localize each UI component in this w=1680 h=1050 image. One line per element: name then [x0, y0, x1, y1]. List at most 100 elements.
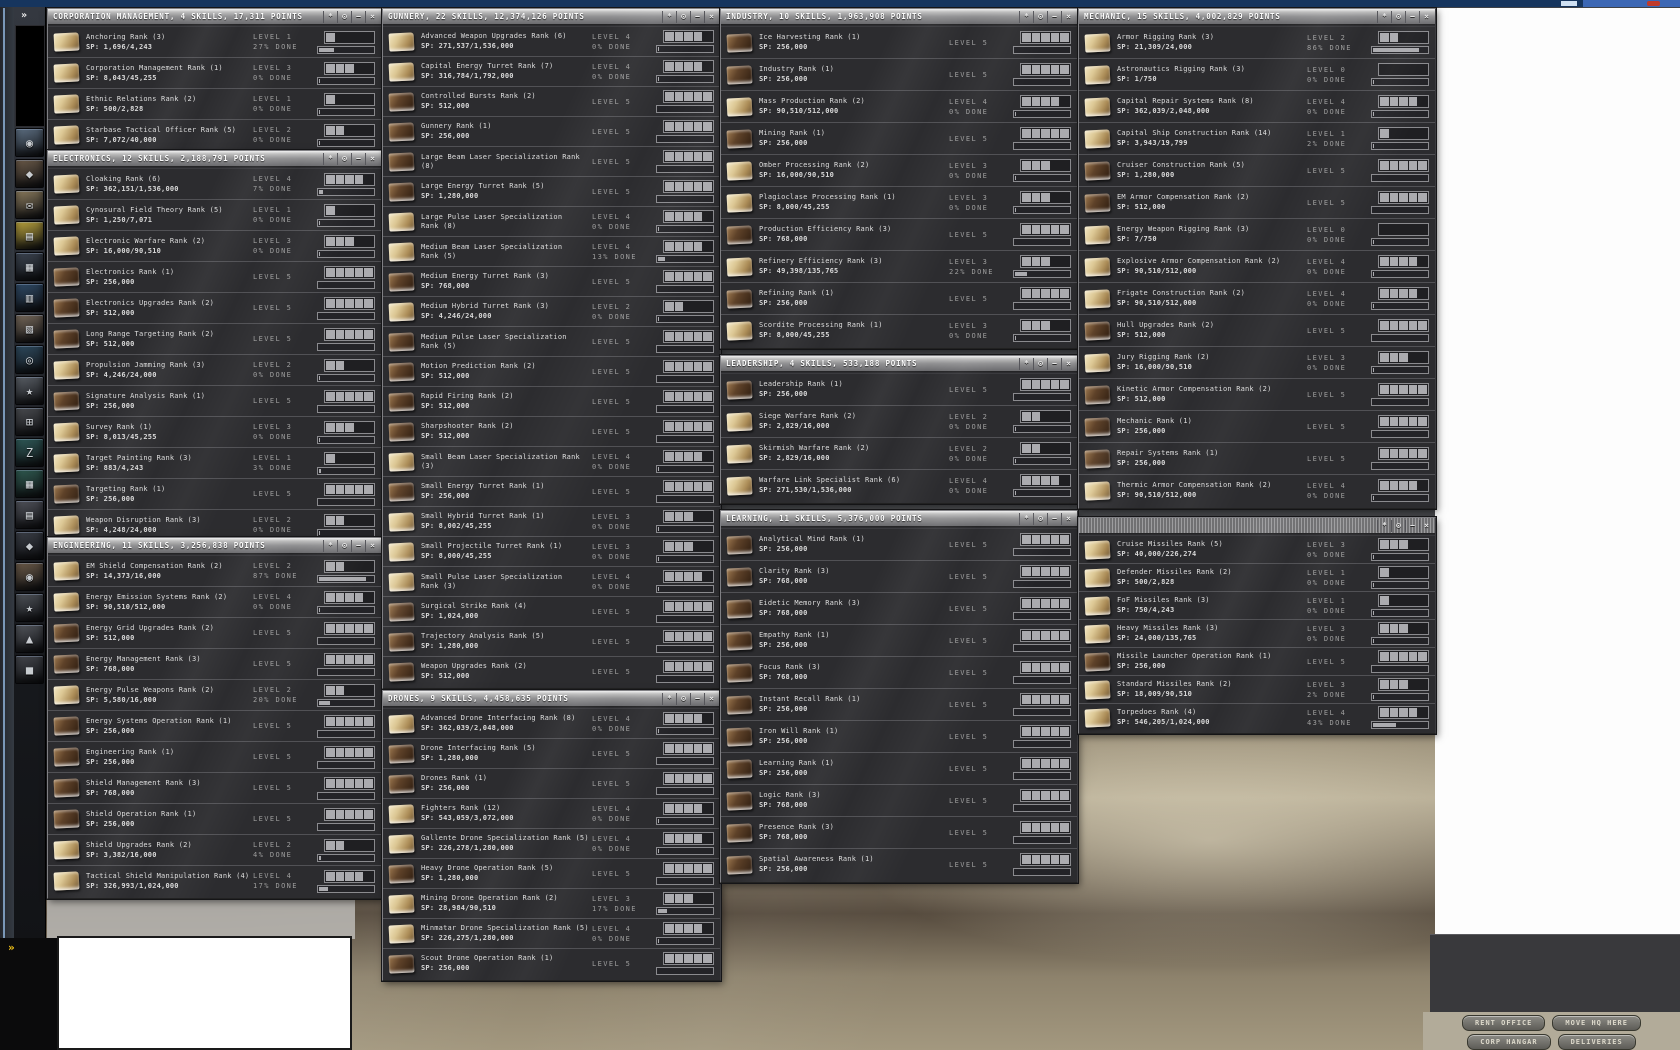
skill-row[interactable]: Corporation Management Rank (1) SP: 8,043…	[48, 57, 381, 88]
skill-row[interactable]: Small Pulse Laser Specialization Rank (3…	[383, 566, 720, 596]
skill-row[interactable]: Rapid Firing Rank (2) SP: 512,000 LEVEL 5	[383, 386, 720, 416]
skill-row[interactable]: Heavy Missiles Rank (3) SP: 24,000/135,76…	[1079, 619, 1435, 647]
skill-row[interactable]: Shield Upgrades Rank (2) SP: 3,382/16,000…	[48, 834, 381, 865]
compact-icon[interactable]: ⊙	[1391, 10, 1405, 23]
skill-row[interactable]: Hull Upgrades Rank (2) SP: 512,000 LEVEL 5	[1079, 314, 1435, 346]
skill-row[interactable]: Spatial Awareness Rank (1) SP: 256,000 LEV…	[721, 848, 1077, 880]
window-titlebar[interactable]: DRONES, 9 SKILLS, 4,458,635 POINTS * ⊙ − ×	[383, 691, 720, 707]
rent-office-button[interactable]: RENT OFFICE	[1462, 1015, 1546, 1031]
minimize-icon[interactable]: −	[1405, 519, 1419, 532]
agents-icon[interactable]: ◆	[15, 159, 44, 188]
skill-row[interactable]: Empathy Rank (1) SP: 256,000 LEVEL 5	[721, 624, 1077, 656]
minimize-icon[interactable]: −	[351, 152, 365, 165]
minimize-icon[interactable]: −	[690, 692, 704, 705]
skill-row[interactable]: Heavy Drone Operation Rank (5) SP: 1,280,…	[383, 858, 720, 888]
skill-row[interactable]: Repair Systems Rank (1) SP: 256,000 LEVEL …	[1079, 442, 1435, 474]
skill-row[interactable]: Propulsion Jamming Rank (3) SP: 4,246/24,…	[48, 354, 381, 385]
compact-icon[interactable]: ⊙	[676, 692, 690, 705]
pin-icon[interactable]: *	[662, 692, 676, 705]
skill-row[interactable]: Cynosural Field Theory Rank (5) SP: 1,250…	[48, 199, 381, 230]
close-icon[interactable]: ×	[1419, 10, 1433, 23]
skill-row[interactable]: Mining Rank (1) SP: 256,000 LEVEL 5	[721, 122, 1077, 154]
close-icon[interactable]: ×	[1061, 512, 1075, 525]
skill-row[interactable]: FoF Missiles Rank (3) SP: 750/4,243 LEVEL …	[1079, 591, 1435, 619]
skill-row[interactable]: Astronautics Rigging Rank (3) SP: 1/750 LE…	[1079, 58, 1435, 90]
skill-row[interactable]: Scordite Processing Rank (1) SP: 8,000/45…	[721, 314, 1077, 346]
minimize-icon[interactable]: −	[1047, 512, 1061, 525]
skill-row[interactable]: Omber Processing Rank (2) SP: 16,000/90,5…	[721, 154, 1077, 186]
skill-row[interactable]: Controlled Bursts Rank (2) SP: 512,000 LEV…	[383, 86, 720, 116]
skill-row[interactable]: Long Range Targeting Rank (2) SP: 512,000…	[48, 323, 381, 354]
window-titlebar[interactable]: ELECTRONICS, 12 SKILLS, 2,188,791 POINTS…	[48, 151, 381, 167]
skill-row[interactable]: EM Armor Compensation Rank (2) SP: 512,00…	[1079, 186, 1435, 218]
science-icon[interactable]: ◆	[15, 531, 44, 560]
skill-row[interactable]: Energy Weapon Rigging Rank (3) SP: 7/750 L…	[1079, 218, 1435, 250]
skill-row[interactable]: Drones Rank (1) SP: 256,000 LEVEL 5	[383, 768, 720, 798]
skill-row[interactable]: Defender Missiles Rank (2) SP: 500/2,828 L…	[1079, 563, 1435, 591]
pin-icon[interactable]: *	[323, 539, 337, 552]
close-icon[interactable]: ×	[704, 10, 718, 23]
compact-icon[interactable]: ⊙	[1033, 10, 1047, 23]
map-icon[interactable]: ◎	[15, 345, 44, 374]
window-titlebar[interactable]: LEADERSHIP, 4 SKILLS, 533,188 POINTS * ⊙ −…	[721, 356, 1077, 372]
skill-row[interactable]: Capital Repair Systems Rank (8) SP: 362,0…	[1079, 90, 1435, 122]
fleet-icon[interactable]: ★	[15, 593, 44, 622]
pin-icon[interactable]: *	[1019, 357, 1033, 370]
skill-row[interactable]: Capital Energy Turret Rank (7) SP: 316,78…	[383, 56, 720, 86]
skill-row[interactable]: Thermic Armor Compensation Rank (2) SP: 9…	[1079, 474, 1435, 506]
skill-row[interactable]: Ethnic Relations Rank (2) SP: 500/2,828 LE…	[48, 88, 381, 119]
skill-row[interactable]: Cruise Missiles Rank (5) SP: 40,000/226,2…	[1079, 535, 1435, 563]
skill-row[interactable]: Ice Harvesting Rank (1) SP: 256,000 LEVEL …	[721, 26, 1077, 58]
skill-row[interactable]: Small Energy Turret Rank (1) SP: 256,000 L…	[383, 476, 720, 506]
minimize-icon[interactable]: −	[690, 10, 704, 23]
skill-row[interactable]: Weapon Disruption Rank (3) SP: 4,248/24,0…	[48, 509, 381, 540]
skill-row[interactable]: Energy Emission Systems Rank (2) SP: 90,5…	[48, 586, 381, 617]
close-icon[interactable]: ×	[365, 539, 379, 552]
skill-row[interactable]: Medium Hybrid Turret Rank (3) SP: 4,246/2…	[383, 296, 720, 326]
skill-row[interactable]: Energy Pulse Weapons Rank (2) SP: 5,580/1…	[48, 679, 381, 710]
skill-row[interactable]: Learning Rank (1) SP: 256,000 LEVEL 5	[721, 752, 1077, 784]
compact-icon[interactable]: ⊙	[1033, 512, 1047, 525]
skill-row[interactable]: Survey Rank (1) SP: 8,013/45,255 LEVEL 3 0%…	[48, 416, 381, 447]
window-titlebar[interactable]: CORPORATION MANAGEMENT, 4 SKILLS, 17,311…	[48, 9, 381, 25]
skill-row[interactable]: Surgical Strike Rank (4) SP: 1,024,000 LEV…	[383, 596, 720, 626]
skill-row[interactable]: Leadership Rank (1) SP: 256,000 LEVEL 5	[721, 373, 1077, 405]
minimize-icon[interactable]: −	[1405, 10, 1419, 23]
neocom-bottom-expand-icon[interactable]: »	[8, 941, 15, 954]
skill-row[interactable]: Mining Drone Operation Rank (2) SP: 28,98…	[383, 888, 720, 918]
skill-row[interactable]: Starbase Tactical Officer Rank (5) SP: 7,…	[48, 119, 381, 150]
skill-row[interactable]: Analytical Mind Rank (1) SP: 256,000 LEVEL…	[721, 528, 1077, 560]
news-icon[interactable]: ▧	[15, 314, 44, 343]
skill-row[interactable]: Electronics Rank (1) SP: 256,000 LEVEL 5	[48, 261, 381, 292]
items-icon[interactable]: ■	[15, 655, 44, 684]
minimize-icon[interactable]: −	[351, 539, 365, 552]
pin-icon[interactable]: *	[1377, 519, 1391, 532]
skill-row[interactable]: Iron Will Rank (1) SP: 256,000 LEVEL 5	[721, 720, 1077, 752]
skill-row[interactable]: Production Efficiency Rank (3) SP: 768,00…	[721, 218, 1077, 250]
close-icon[interactable]: ×	[1419, 519, 1433, 532]
skill-row[interactable]: Energy Grid Upgrades Rank (2) SP: 512,000…	[48, 617, 381, 648]
skill-row[interactable]: Advanced Weapon Upgrades Rank (6) SP: 271…	[383, 26, 720, 56]
skill-row[interactable]: Skirmish Warfare Rank (2) SP: 2,829/16,00…	[721, 437, 1077, 469]
skill-row[interactable]: Anchoring Rank (3) SP: 1,696/4,243 LEVEL 1…	[48, 26, 381, 57]
standings-icon[interactable]: ★	[15, 376, 44, 405]
skill-row[interactable]: Frigate Construction Rank (2) SP: 90,510/…	[1079, 282, 1435, 314]
compact-icon[interactable]: ⊙	[676, 10, 690, 23]
skill-row[interactable]: Weapon Upgrades Rank (2) SP: 512,000 LEVEL…	[383, 656, 720, 686]
skill-row[interactable]: Clarity Rank (3) SP: 768,000 LEVEL 5	[721, 560, 1077, 592]
close-icon[interactable]: ×	[1061, 357, 1075, 370]
close-icon[interactable]: ×	[1061, 10, 1075, 23]
window-titlebar[interactable]: ENGINEERING, 11 SKILLS, 3,256,838 POINTS…	[48, 538, 381, 554]
skill-row[interactable]: Sharpshooter Rank (2) SP: 512,000 LEVEL 5	[383, 416, 720, 446]
window-titlebar[interactable]: MECHANIC, 15 SKILLS, 4,002,829 POINTS * ⊙…	[1079, 9, 1435, 25]
skill-row[interactable]: EM Shield Compensation Rank (2) SP: 14,37…	[48, 555, 381, 586]
skill-row[interactable]: Large Pulse Laser Specialization Rank (8…	[383, 206, 720, 236]
ship-hangar-icon[interactable]: ▲	[15, 624, 44, 653]
skill-row[interactable]: Siege Warfare Rank (2) SP: 2,829/16,000 LE…	[721, 405, 1077, 437]
skill-row[interactable]: Small Beam Laser Specialization Rank (3)…	[383, 446, 720, 476]
skill-row[interactable]: Mass Production Rank (2) SP: 90,510/512,0…	[721, 90, 1077, 122]
skill-row[interactable]: Gunnery Rank (1) SP: 256,000 LEVEL 5	[383, 116, 720, 146]
compact-icon[interactable]: ⊙	[337, 10, 351, 23]
skill-row[interactable]: Refining Rank (1) SP: 256,000 LEVEL 5	[721, 282, 1077, 314]
window-titlebar[interactable]: GUNNERY, 22 SKILLS, 12,374,126 POINTS * ⊙…	[383, 9, 720, 25]
